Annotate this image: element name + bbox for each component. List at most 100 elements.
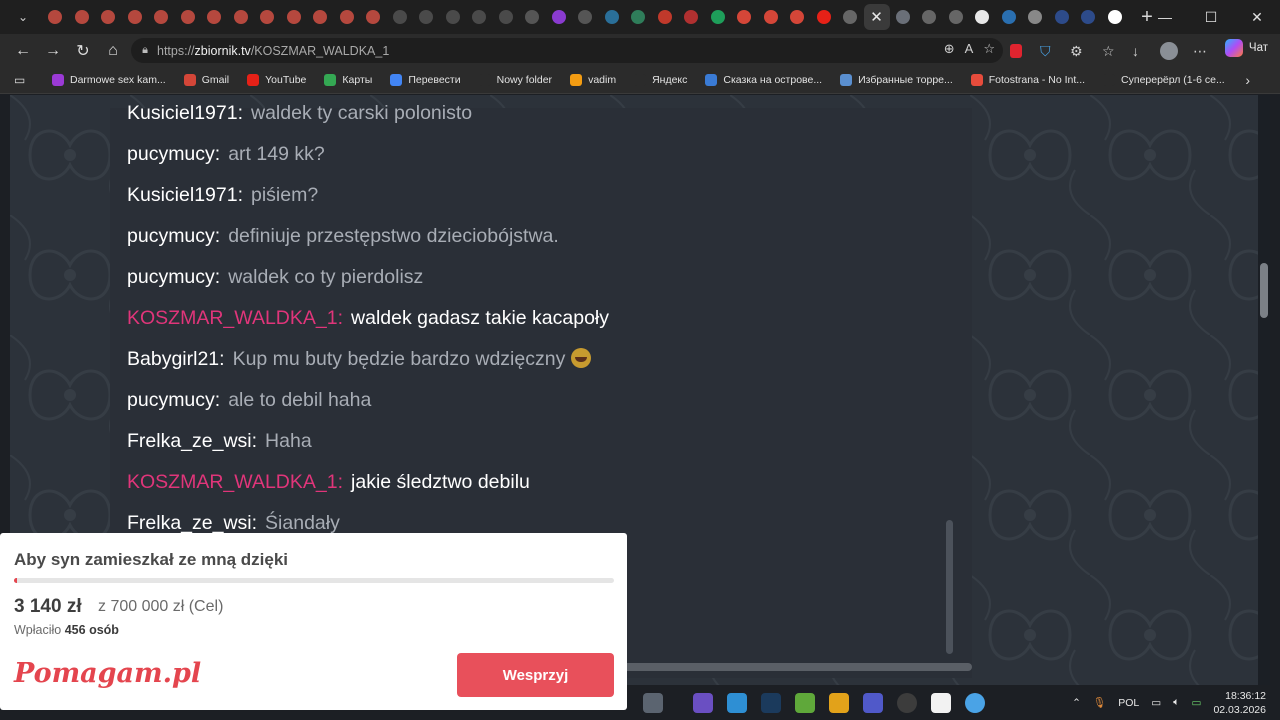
taskbar-app-package-icon[interactable] <box>643 692 663 713</box>
tab-22[interactable] <box>625 4 652 30</box>
bookmark-item[interactable]: Gmail <box>183 74 229 86</box>
lock-icon[interactable]: 🔒︎ <box>133 44 157 57</box>
bookmark-item[interactable]: Fotostrana - No Int... <box>970 74 1085 86</box>
taskbar-app-color-icon[interactable] <box>693 692 713 713</box>
bookmark-item[interactable]: YouTube <box>247 74 306 86</box>
tab-12[interactable] <box>360 4 387 30</box>
chat-username[interactable]: Babygirl21: <box>127 348 225 370</box>
volume-icon[interactable]: 🔈︎ <box>1173 696 1179 709</box>
chat-username[interactable]: Frelka_ze_wsi: <box>127 430 257 452</box>
extension-shield-icon[interactable]: ⛉ <box>1040 40 1051 62</box>
reload-button[interactable]: ↻ <box>68 37 98 65</box>
chat-username[interactable]: Kusiciel1971: <box>127 184 243 206</box>
copilot-chat-button[interactable]: Чат <box>1224 39 1268 57</box>
downloads-icon[interactable]: ↓ <box>1132 40 1139 62</box>
bookmark-item[interactable]: Суперерёрл (1-6 се... <box>1103 74 1225 86</box>
tab-21[interactable] <box>599 4 626 30</box>
chat-username[interactable]: pucymucy: <box>127 389 220 411</box>
bookmark-item[interactable]: Яндекс <box>634 74 687 86</box>
tab-3[interactable] <box>122 4 149 30</box>
tab-8[interactable] <box>254 4 281 30</box>
tab-20[interactable] <box>572 4 599 30</box>
chat-username[interactable]: pucymucy: <box>127 143 220 165</box>
tab-14[interactable] <box>413 4 440 30</box>
taskbar-app-game-icon[interactable] <box>795 692 815 713</box>
tab-11[interactable] <box>334 4 361 30</box>
tab-after-1[interactable] <box>916 4 943 30</box>
bookmark-item[interactable]: Nowy folder <box>478 74 552 86</box>
taskbar-app-browser-icon[interactable] <box>965 692 985 713</box>
tab-19[interactable] <box>546 4 573 30</box>
taskbar-app-opera-icon[interactable] <box>897 692 917 713</box>
taskbar-app-photos-icon[interactable] <box>727 692 747 713</box>
extensions-icon[interactable]: ⚙ <box>1070 40 1083 62</box>
tab-13[interactable] <box>387 4 414 30</box>
bookmark-item[interactable]: Избранные торре... <box>840 74 953 86</box>
home-button[interactable]: ⌂ <box>98 37 128 65</box>
chat-username[interactable]: pucymucy: <box>127 266 220 288</box>
tab-18[interactable] <box>519 4 546 30</box>
tab-2[interactable] <box>95 4 122 30</box>
taskbar-app-steam-icon[interactable] <box>761 692 781 713</box>
tab-after-7[interactable] <box>1075 4 1102 30</box>
tab-active[interactable]: ✕ <box>863 4 890 30</box>
chat-username[interactable]: pucymucy: <box>127 225 220 247</box>
bookmark-item[interactable]: Перевести <box>390 74 461 86</box>
tab-0[interactable] <box>42 4 69 30</box>
profile-avatar[interactable] <box>1160 40 1178 62</box>
chat-username[interactable]: Frelka_ze_wsi: <box>127 512 257 534</box>
bookmark-item[interactable]: vadim <box>570 74 616 86</box>
chat-username[interactable]: Kusiciel1971: <box>127 102 243 124</box>
page-scrollbar-track[interactable] <box>1258 95 1270 685</box>
tab-5[interactable] <box>175 4 202 30</box>
bookmark-item[interactable]: Darmowe sex kam... <box>52 74 166 86</box>
address-bar[interactable]: 🔒︎ https://zbiornik.tv/KOSZMAR_WALDKA_1 … <box>131 38 1003 63</box>
tab-27[interactable] <box>758 4 785 30</box>
language-indicator[interactable]: POL <box>1118 697 1139 709</box>
taskbar-app-media-icon[interactable] <box>829 692 849 713</box>
favorite-star-icon[interactable]: ☆ <box>983 41 995 57</box>
tab-26[interactable] <box>731 4 758 30</box>
tab-after-8[interactable] <box>1102 4 1129 30</box>
network-icon[interactable]: ▭ <box>1151 697 1161 709</box>
bookmarks-overflow-chevron-icon[interactable]: › <box>1245 72 1250 88</box>
tab-after-5[interactable] <box>1022 4 1049 30</box>
page-scrollbar-thumb[interactable] <box>1260 263 1268 318</box>
close-window-button[interactable]: ✕ <box>1234 0 1280 34</box>
maximize-button[interactable]: ☐ <box>1188 0 1234 34</box>
tab-1[interactable] <box>69 4 96 30</box>
tab-after-4[interactable] <box>996 4 1023 30</box>
tab-24[interactable] <box>678 4 705 30</box>
bookmark-item[interactable]: Карты <box>324 74 372 86</box>
tab-17[interactable] <box>493 4 520 30</box>
tab-29[interactable] <box>811 4 838 30</box>
tab-after-3[interactable] <box>969 4 996 30</box>
forward-button[interactable]: → <box>38 37 68 65</box>
tab-7[interactable] <box>228 4 255 30</box>
bookmark-item[interactable]: Сказка на острове... <box>705 74 822 86</box>
tab-30[interactable] <box>837 4 864 30</box>
tab-25[interactable] <box>705 4 732 30</box>
taskbar-app-file-icon[interactable] <box>931 692 951 713</box>
tab-after-0[interactable] <box>890 4 917 30</box>
tab-4[interactable] <box>148 4 175 30</box>
extension-red-icon[interactable] <box>1010 40 1022 62</box>
tab-15[interactable] <box>440 4 467 30</box>
microphone-icon[interactable]: 🎙︎ <box>1093 696 1106 709</box>
favorites-icon[interactable]: ☆ <box>1102 40 1115 62</box>
tab-16[interactable] <box>466 4 493 30</box>
chat-username[interactable]: KOSZMAR_WALDKA_1: <box>127 471 343 493</box>
pomagam-logo[interactable]: Pomagam.pl <box>14 658 201 689</box>
tab-9[interactable] <box>281 4 308 30</box>
tab-23[interactable] <box>652 4 679 30</box>
tab-after-6[interactable] <box>1049 4 1076 30</box>
chat-username[interactable]: KOSZMAR_WALDKA_1: <box>127 307 343 329</box>
tab-10[interactable] <box>307 4 334 30</box>
read-aloud-icon[interactable]: A <box>965 41 974 57</box>
minimize-button[interactable]: — <box>1142 0 1188 34</box>
close-icon[interactable]: ✕ <box>870 8 883 26</box>
more-menu-icon[interactable]: ⋯ <box>1193 40 1207 62</box>
tab-actions-menu-icon[interactable]: ⌄ <box>8 4 38 30</box>
battery-icon[interactable]: ▭ <box>1192 697 1202 709</box>
url-text[interactable]: https://zbiornik.tv/KOSZMAR_WALDKA_1 <box>157 44 389 58</box>
